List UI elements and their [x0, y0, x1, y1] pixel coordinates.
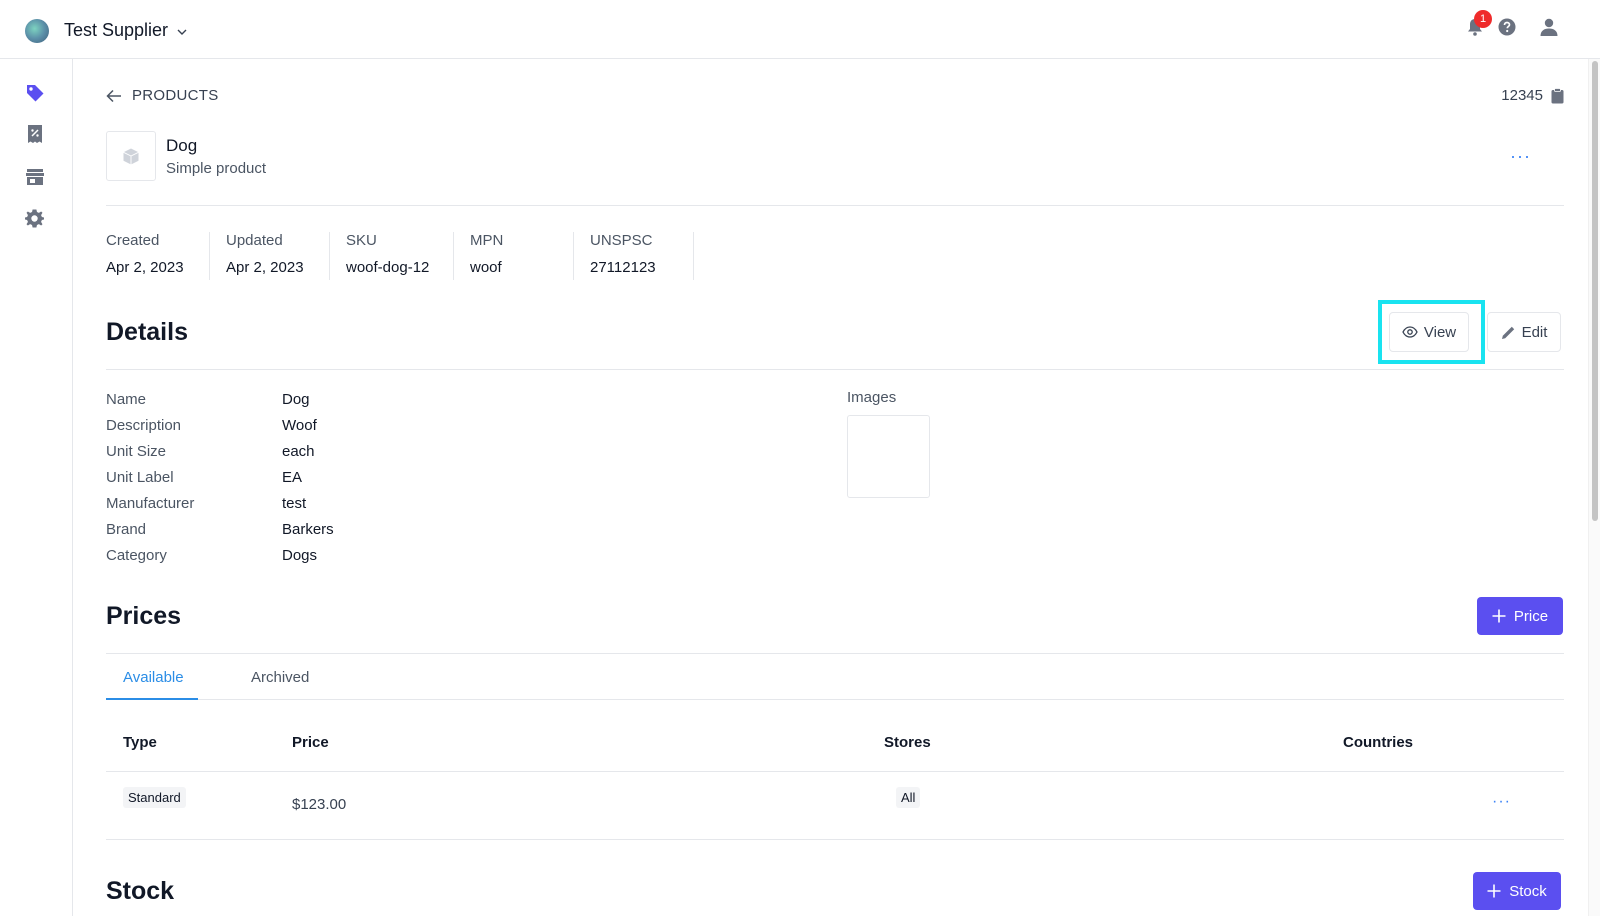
sidebar — [0, 59, 73, 916]
detail-row-description: Description Woof — [106, 416, 317, 434]
top-actions: 1 — [1464, 10, 1560, 38]
details-title: Details — [106, 318, 188, 346]
column-type: Type — [123, 734, 157, 751]
product-id: 12345 — [1501, 87, 1564, 104]
edit-label: Edit — [1521, 323, 1548, 341]
gear-icon — [25, 209, 44, 228]
column-price: Price — [292, 734, 329, 751]
column-countries: Countries — [1343, 734, 1414, 751]
meta-updated: Updated Apr 2, 2023 — [226, 232, 330, 280]
product-more-menu[interactable]: ··· — [1510, 146, 1531, 167]
add-price-label: Price — [1513, 607, 1549, 625]
detail-row-unit-label: Unit Label EA — [106, 468, 303, 486]
product-name: Dog — [166, 135, 198, 155]
sidebar-item-products[interactable] — [24, 82, 46, 104]
product-id-value: 12345 — [1501, 87, 1543, 104]
org-switcher[interactable]: Test Supplier — [64, 20, 188, 41]
stores-badge: All — [896, 787, 921, 808]
active-tab-indicator — [106, 698, 198, 700]
column-stores: Stores — [884, 734, 931, 751]
tag-icon — [27, 85, 44, 102]
add-price-button[interactable]: Price — [1477, 597, 1563, 635]
details-list: Name Dog Description Woof Unit Size each… — [106, 386, 334, 568]
meta-mpn: MPN woof — [470, 232, 574, 280]
view-button[interactable]: View — [1389, 312, 1469, 352]
product-thumbnail — [106, 131, 156, 181]
user-icon[interactable] — [1538, 16, 1560, 38]
detail-row-manufacturer: Manufacturer test — [106, 494, 307, 512]
product-type: Simple product — [166, 159, 267, 177]
image-placeholder[interactable] — [847, 415, 930, 498]
prices-tabs: Available Archived — [106, 653, 1564, 700]
table-divider — [106, 771, 1564, 772]
bell-icon[interactable]: 1 — [1464, 10, 1492, 38]
meta-unspsc: UNSPSC 27112123 — [590, 232, 694, 280]
tab-available[interactable]: Available — [123, 669, 184, 686]
eye-icon — [1402, 326, 1418, 338]
edit-button[interactable]: Edit — [1487, 312, 1561, 352]
breadcrumb-label: PRODUCTS — [132, 87, 219, 104]
breadcrumb-back[interactable]: PRODUCTS — [106, 87, 219, 104]
price-value: $123.00 — [292, 796, 347, 813]
row-more-menu[interactable]: ··· — [1492, 793, 1511, 811]
meta-created: Created Apr 2, 2023 — [106, 232, 210, 280]
detail-row-unit-size: Unit Size each — [106, 442, 315, 460]
table-divider — [106, 839, 1564, 840]
plus-icon — [1492, 609, 1506, 623]
sidebar-item-receipts[interactable] — [24, 123, 46, 145]
detail-row-category: Category Dogs — [106, 546, 318, 564]
top-bar: Test Supplier 1 — [0, 0, 1600, 59]
product-meta: Created Apr 2, 2023 Updated Apr 2, 2023 … — [106, 232, 710, 280]
price-type-badge: Standard — [123, 787, 186, 808]
scrollbar-thumb[interactable] — [1592, 61, 1598, 521]
detail-row-brand: Brand Barkers — [106, 520, 334, 538]
pencil-icon — [1501, 326, 1514, 339]
prices-title: Prices — [106, 602, 182, 630]
divider — [106, 369, 1564, 370]
add-stock-label: Stock — [1509, 882, 1547, 900]
org-name: Test Supplier — [64, 20, 169, 40]
plus-icon — [1487, 884, 1501, 898]
receipt-discount-icon — [28, 125, 42, 143]
clipboard-icon[interactable] — [1551, 87, 1564, 104]
divider — [106, 205, 1564, 206]
meta-sku: SKU woof-dog-12 — [346, 232, 454, 280]
notification-badge: 1 — [1474, 10, 1492, 28]
arrow-left-icon — [106, 89, 121, 102]
help-icon[interactable] — [1496, 16, 1518, 38]
view-label: View — [1423, 323, 1457, 341]
tab-archived[interactable]: Archived — [251, 669, 309, 686]
images-label: Images — [847, 389, 897, 406]
add-stock-button[interactable]: Stock — [1473, 872, 1561, 910]
sidebar-item-settings[interactable] — [24, 208, 46, 230]
box-icon — [123, 148, 139, 164]
logo-icon[interactable] — [25, 19, 49, 43]
sidebar-item-stores[interactable] — [24, 166, 46, 188]
storefront-icon — [26, 169, 44, 185]
stock-title: Stock — [106, 877, 175, 905]
product-header: Dog Simple product — [106, 131, 266, 181]
chevron-down-icon — [177, 29, 187, 35]
detail-row-name: Name Dog — [106, 390, 310, 408]
scrollbar[interactable] — [1588, 59, 1600, 916]
